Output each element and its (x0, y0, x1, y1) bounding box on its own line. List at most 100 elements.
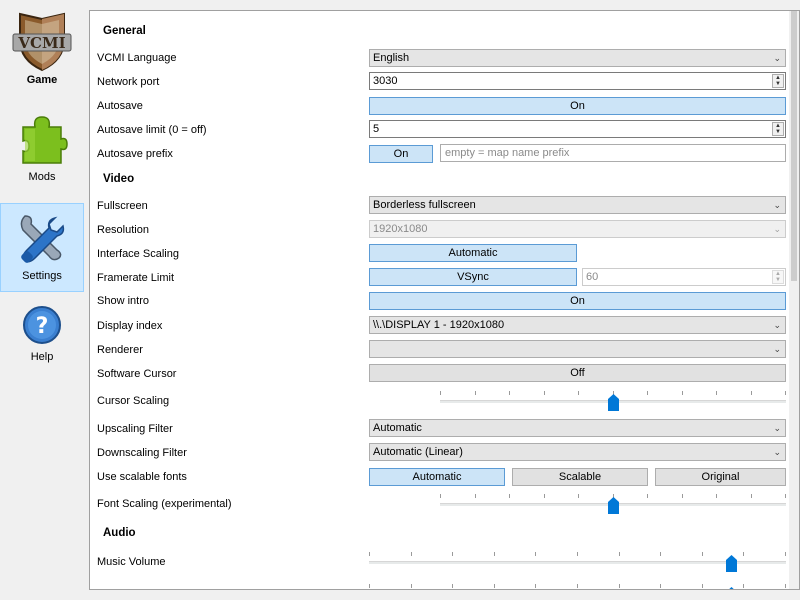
slider-tick (785, 552, 786, 556)
slider-tick (440, 494, 441, 498)
sidebar-item-label: Mods (28, 171, 56, 183)
slider-handle[interactable] (726, 587, 737, 589)
upscaling-filter-value: Automatic (373, 422, 422, 434)
vcmi-logo-icon: VCMI (11, 10, 73, 72)
sidebar-item-label: Game (26, 74, 58, 86)
scalable-fonts-option-original[interactable]: Original (655, 468, 786, 486)
tools-icon (15, 210, 69, 268)
slider-tick (509, 494, 510, 498)
slider-tick (369, 584, 370, 588)
slider-handle[interactable] (608, 497, 619, 514)
resolution-value: 1920x1080 (373, 223, 428, 235)
cursor-scaling-slider[interactable] (440, 391, 786, 411)
slider-tick (702, 584, 703, 588)
autosave-limit-value: 5 (373, 123, 380, 135)
chevron-down-icon: ⌄ (773, 224, 781, 234)
vertical-scrollbar[interactable] (789, 11, 799, 589)
puzzle-icon (15, 113, 69, 167)
slider-tick (440, 391, 441, 395)
sidebar: VCMI Game Mods Settings ? Help (0, 0, 84, 600)
renderer-select[interactable]: ⌄ (369, 340, 786, 358)
show-intro-toggle[interactable]: On (369, 292, 786, 310)
software-cursor-toggle[interactable]: Off (369, 364, 786, 382)
slider-tick (716, 494, 717, 498)
scrollbar-thumb[interactable] (791, 11, 797, 281)
framerate-value: 60 (586, 271, 599, 283)
upscaling-filter-label: Upscaling Filter (97, 423, 173, 435)
scalable-fonts-label: Use scalable fonts (97, 471, 187, 483)
autosave-toggle[interactable]: On (369, 97, 786, 115)
autosave-prefix-toggle[interactable]: On (369, 145, 433, 163)
vcmi-logo-text: VCMI (17, 34, 65, 52)
fullscreen-value: Borderless fullscreen (373, 199, 476, 211)
vsync-toggle[interactable]: VSync (369, 268, 577, 286)
chevron-down-icon: ⌄ (773, 200, 781, 210)
renderer-label: Renderer (97, 344, 143, 356)
music-volume-label: Music Volume (97, 556, 166, 568)
interface-scaling-toggle[interactable]: Automatic (369, 244, 577, 262)
slider-tick (785, 494, 786, 498)
autosave-limit-spinbox[interactable]: 5 ▲ ▼ (369, 120, 786, 138)
cursor-scaling-label: Cursor Scaling (97, 395, 170, 407)
slider-tick (743, 552, 744, 556)
next-volume-slider[interactable] (369, 584, 786, 589)
slider-tick (702, 552, 703, 556)
slider-handle[interactable] (726, 555, 737, 572)
network-port-value: 3030 (373, 75, 398, 87)
display-index-select[interactable]: \\.\DISPLAY 1 - 1920x1080 ⌄ (369, 316, 786, 334)
fullscreen-select[interactable]: Borderless fullscreen ⌄ (369, 196, 786, 214)
spin-arrows-icon[interactable]: ▲ ▼ (772, 270, 784, 284)
sidebar-item-game[interactable]: VCMI Game (0, 10, 84, 98)
network-port-label: Network port (97, 76, 160, 88)
font-scaling-slider[interactable] (440, 494, 786, 514)
framerate-spinbox[interactable]: 60 ▲ ▼ (582, 268, 786, 286)
slider-tick (411, 552, 412, 556)
chevron-down-icon: ⌄ (773, 344, 781, 354)
slider-tick (660, 552, 661, 556)
chevron-down-icon: ⌄ (773, 53, 781, 63)
slider-tick (577, 552, 578, 556)
downscaling-filter-value: Automatic (Linear) (373, 446, 463, 458)
downscaling-filter-label: Downscaling Filter (97, 447, 187, 459)
interface-scaling-label: Interface Scaling (97, 248, 179, 260)
slider-tick (647, 494, 648, 498)
slider-groove (369, 561, 786, 564)
music-volume-slider[interactable] (369, 552, 786, 572)
help-icon: ? (22, 305, 62, 345)
font-scaling-label: Font Scaling (experimental) (97, 498, 232, 510)
slider-tick (751, 391, 752, 395)
scalable-fonts-option-scalable[interactable]: Scalable (512, 468, 648, 486)
resolution-select[interactable]: 1920x1080 ⌄ (369, 220, 786, 238)
show-intro-label: Show intro (97, 295, 149, 307)
spin-arrows-icon[interactable]: ▲ ▼ (772, 74, 784, 88)
chevron-down-icon: ⌄ (773, 423, 781, 433)
downscaling-filter-select[interactable]: Automatic (Linear) ⌄ (369, 443, 786, 461)
language-label: VCMI Language (97, 52, 177, 64)
slider-tick (535, 552, 536, 556)
slider-tick (475, 494, 476, 498)
network-port-spinbox[interactable]: 3030 ▲ ▼ (369, 72, 786, 90)
sidebar-item-mods[interactable]: Mods (0, 113, 84, 197)
slider-tick (578, 391, 579, 395)
autosave-limit-label: Autosave limit (0 = off) (97, 124, 207, 136)
section-general-title: General (103, 25, 146, 37)
language-select[interactable]: English ⌄ (369, 49, 786, 67)
section-audio-title: Audio (103, 527, 136, 539)
slider-tick (509, 391, 510, 395)
spin-arrows-icon[interactable]: ▲ ▼ (772, 122, 784, 136)
scalable-fonts-option-automatic[interactable]: Automatic (369, 468, 505, 486)
slider-tick (411, 584, 412, 588)
slider-tick (577, 584, 578, 588)
sidebar-item-help[interactable]: ? Help (0, 305, 84, 371)
fullscreen-label: Fullscreen (97, 200, 148, 212)
upscaling-filter-select[interactable]: Automatic ⌄ (369, 419, 786, 437)
display-index-label: Display index (97, 320, 163, 332)
slider-tick (785, 391, 786, 395)
slider-tick (647, 391, 648, 395)
autosave-prefix-input[interactable]: empty = map name prefix (440, 144, 786, 162)
slider-tick (785, 584, 786, 588)
sidebar-item-settings[interactable]: Settings (0, 203, 84, 292)
slider-handle[interactable] (608, 394, 619, 411)
slider-tick (619, 552, 620, 556)
slider-tick (751, 494, 752, 498)
